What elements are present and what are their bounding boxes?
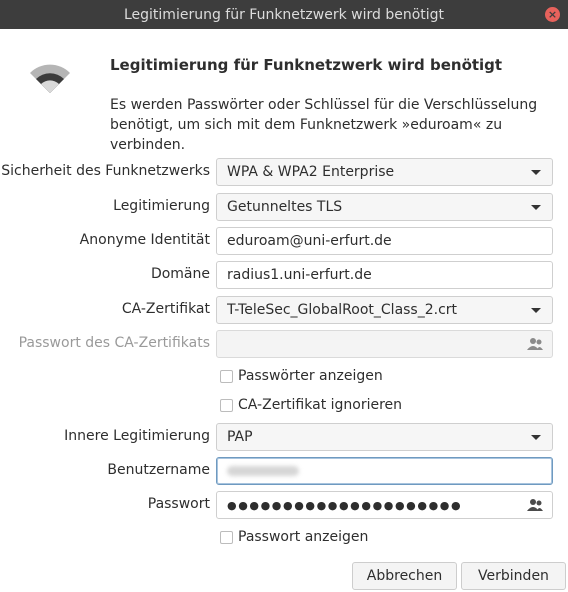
security-label: Sicherheit des Funknetzwerks — [1, 163, 210, 179]
domain-value: radius1.uni-erfurt.de — [227, 267, 372, 283]
anon-identity-input[interactable]: eduroam@uni-erfurt.de — [216, 227, 553, 255]
username-redacted — [227, 466, 299, 476]
users-icon — [527, 338, 543, 350]
show-passwords-label: Passwörter anzeigen — [238, 368, 383, 384]
ignore-ca-checkbox[interactable]: CA-Zertifikat ignorieren — [220, 397, 402, 413]
password-value: ●●●●●●●●●●●●●●●●●●●●● — [227, 498, 463, 512]
inner-auth-value: PAP — [227, 429, 253, 445]
checkbox-box[interactable] — [220, 530, 233, 544]
ca-cert-value: T-TeleSec_GlobalRoot_Class_2.crt — [227, 302, 458, 318]
inner-auth-label: Innere Legitimierung — [64, 428, 210, 444]
auth-combo[interactable]: Getunneltes TLS — [216, 193, 553, 221]
checkbox-box[interactable] — [220, 398, 233, 412]
dialog-heading: Legitimierung für Funknetzwerk wird benö… — [110, 56, 503, 74]
domain-label: Domäne — [150, 266, 210, 282]
ca-cert-label: CA-Zertifikat — [121, 301, 210, 317]
wifi-icon — [30, 64, 70, 93]
inner-auth-combo[interactable]: PAP — [216, 423, 553, 451]
ignore-ca-label: CA-Zertifikat ignorieren — [238, 397, 403, 413]
ca-password-label: Passwort des CA-Zertifikats — [18, 335, 210, 351]
auth-value: Getunneltes TLS — [227, 199, 343, 215]
chevron-down-icon — [531, 434, 541, 440]
checkbox-box[interactable] — [220, 369, 233, 383]
dialog-description: Es werden Passwörter oder Schlüssel für … — [110, 97, 538, 153]
auth-label: Legitimierung — [113, 198, 210, 214]
cancel-button[interactable]: Abbrechen — [352, 562, 457, 590]
ca-password-input — [216, 330, 553, 358]
connect-button[interactable]: Verbinden — [461, 562, 566, 590]
show-password-checkbox[interactable]: Passwort anzeigen — [220, 529, 368, 545]
title-bar: Legitimierung für Funknetzwerk wird benö… — [0, 0, 568, 29]
chevron-down-icon — [531, 204, 541, 210]
password-label: Passwort — [147, 496, 210, 512]
username-label: Benutzername — [107, 462, 210, 478]
security-value: WPA & WPA2 Enterprise — [227, 164, 395, 180]
chevron-down-icon — [531, 307, 541, 313]
anon-identity-value: eduroam@uni-erfurt.de — [227, 233, 392, 249]
domain-input[interactable]: radius1.uni-erfurt.de — [216, 261, 553, 289]
chevron-down-icon — [531, 169, 541, 175]
anon-identity-label: Anonyme Identität — [79, 232, 210, 248]
show-passwords-checkbox[interactable]: Passwörter anzeigen — [220, 368, 383, 384]
close-icon[interactable]: × — [545, 7, 560, 22]
window-title: Legitimierung für Funknetzwerk wird benö… — [123, 6, 445, 23]
ca-cert-combo[interactable]: T-TeleSec_GlobalRoot_Class_2.crt — [216, 296, 553, 324]
password-input[interactable]: ●●●●●●●●●●●●●●●●●●●●● — [216, 491, 553, 519]
users-icon[interactable] — [526, 498, 544, 512]
security-combo[interactable]: WPA & WPA2 Enterprise — [216, 158, 553, 186]
username-input[interactable] — [216, 457, 553, 485]
show-password-label: Passwort anzeigen — [238, 529, 369, 545]
